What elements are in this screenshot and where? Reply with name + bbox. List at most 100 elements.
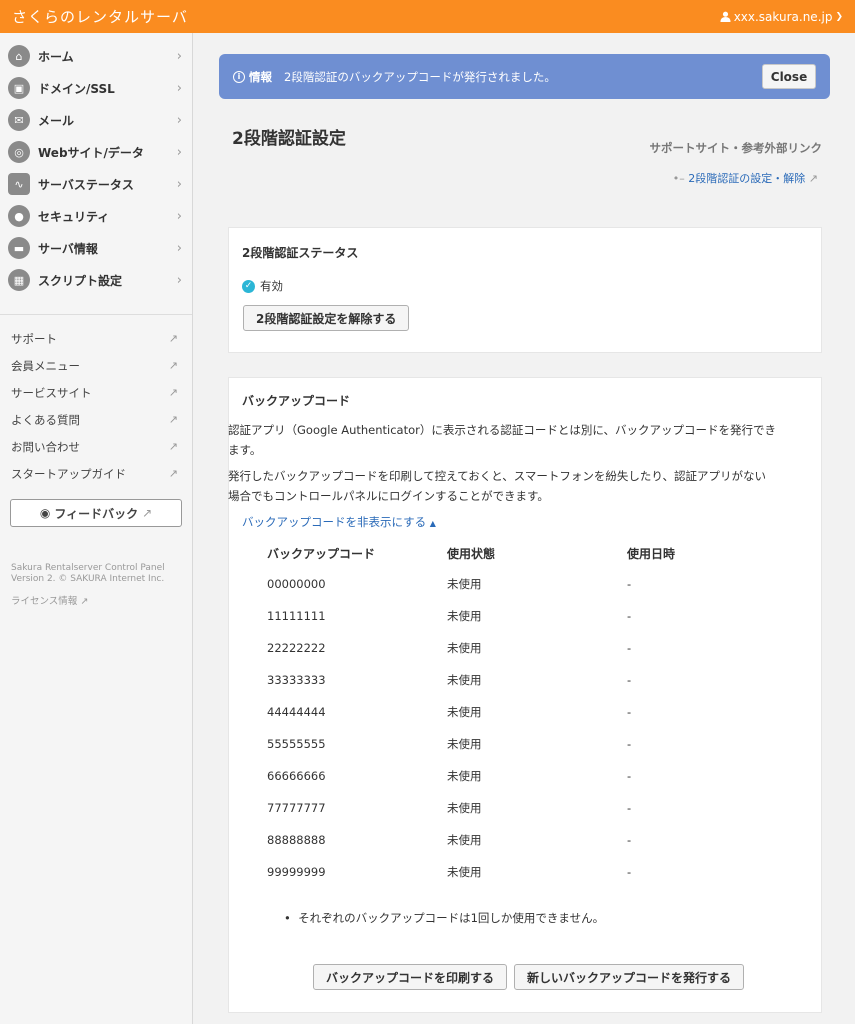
home-icon: ⌂ [8,45,30,67]
code-cell: 66666666 [267,769,326,783]
feedback-button[interactable]: ◉ フィードバック ↗ [10,499,182,527]
close-button[interactable]: Close [762,64,816,89]
mail-icon: ✉ [8,109,30,131]
alert-message: 2段階認証のバックアップコードが発行されました。 [284,69,556,84]
copyright-line: Sakura Rentalserver Control Panel [11,563,165,573]
sidebar-link-faq[interactable]: よくある質問 ↗ [0,406,192,433]
issue-new-backup-codes-button[interactable]: 新しいバックアップコードを発行する [514,964,745,990]
backup-description-2: 発行したバックアップコードを印刷して控えておくと、スマートフォンを紛失したり、認… [228,466,823,506]
status-cell: 未使用 [447,737,482,751]
sidebar-link-label: お問い合わせ [11,439,80,454]
external-link-icon: ↗ [80,596,89,607]
status-row: ✓ 有効 [242,278,283,294]
status-cell: 未使用 [447,705,482,719]
disable-2fa-button[interactable]: 2段階認証設定を解除する [243,305,410,331]
code-cell: 55555555 [267,737,326,751]
date-cell: - [627,833,632,847]
sidebar-item-script[interactable]: ▦ スクリプト設定 › [0,264,192,296]
code-cell: 44444444 [267,705,326,719]
external-link-icon: ↗ [168,386,178,399]
sidebar-link-label: スタートアップガイド [11,466,126,481]
external-link-icon: ↗ [168,332,178,345]
sidebar-link-service-site[interactable]: サービスサイト ↗ [0,379,192,406]
lock-domain-icon: ▣ [8,77,30,99]
external-link-icon: ↗ [168,413,178,426]
code-cell: 88888888 [267,833,326,847]
chevron-down-icon: ❯ [835,11,843,22]
sidebar-link-label: サービスサイト [11,385,92,400]
code-cell: 77777777 [267,801,326,815]
external-link-icon: ↗ [142,506,153,520]
check-icon: ✓ [242,279,255,293]
sidebar-link-member-menu[interactable]: 会員メニュー ↗ [0,352,192,379]
user-domain: xxx.sakura.ne.jp [733,9,833,24]
sidebar-item-label: ホーム [38,49,74,64]
support-heading: サポートサイト・参考外部リンク [649,141,823,155]
server-icon: ▬ [8,237,30,259]
license-link[interactable]: ライセンス情報 ↗ [11,593,181,607]
date-cell: - [627,705,632,719]
script-icon: ▦ [8,269,30,291]
desc-line: ます。 [228,443,262,457]
sidebar-link-startup-guide[interactable]: スタートアップガイド ↗ [0,460,192,487]
license-label: ライセンス情報 [11,596,78,607]
backup-description-1: 認証アプリ（Google Authenticator）に表示される認証コードとは… [228,420,823,460]
status-cell: 未使用 [447,641,482,655]
support-link[interactable]: •– 2段階認証の設定・解除 ↗ [673,170,818,186]
user-icon [720,11,731,22]
sidebar-item-server-status[interactable]: ∿ サーバステータス › [0,168,192,200]
code-cell: 00000000 [267,577,326,591]
sidebar-item-label: ドメイン/SSL [38,81,115,96]
status-cell: 未使用 [447,865,482,879]
globe-icon: ◎ [8,141,30,163]
date-cell: - [627,801,632,815]
status-cell: 未使用 [447,833,482,847]
alert-label-text: 情報 [249,69,272,84]
date-cell: - [627,577,632,591]
brand-logo[interactable]: さくらのレンタルサーバ [12,6,188,27]
sidebar-item-server-info[interactable]: ▬ サーバ情報 › [0,232,192,264]
sidebar-link-label: よくある質問 [11,412,80,427]
feedback-label: フィードバック [54,506,139,521]
chevron-right-icon: › [176,80,182,96]
date-cell: - [627,641,632,655]
sidebar-item-label: メール [38,113,75,128]
chevron-right-icon: › [176,144,182,160]
column-header: バックアップコード [267,546,376,561]
external-link-icon: ↗ [168,440,178,453]
table-row: 55555555 未使用 - [267,728,727,760]
chevron-right-icon: › [176,112,182,128]
hide-backup-codes-link[interactable]: バックアップコードを非表示にする ▲ [242,514,436,530]
status-value: 有効 [260,279,283,293]
sidebar-item-domain[interactable]: ▣ ドメイン/SSL › [0,72,192,104]
backup-code-table: バックアップコード 使用状態 使用日時 00000000 未使用 - 1111111… [267,538,727,888]
sidebar-link-support[interactable]: サポート ↗ [0,325,192,352]
sidebar: ⌂ ホーム › ▣ ドメイン/SSL › ✉ メール › ◎ Webサイト/デー… [0,33,193,1024]
desc-line: 認証アプリ（Google Authenticator）に表示される認証コードとは… [228,423,777,437]
sidebar-item-mail[interactable]: ✉ メール › [0,104,192,136]
user-menu[interactable]: xxx.sakura.ne.jp ❯ [720,10,843,24]
backup-card-title: バックアップコード [242,394,351,408]
code-cell: 22222222 [267,641,326,655]
sidebar-item-home[interactable]: ⌂ ホーム › [0,40,192,72]
chevron-right-icon: › [176,272,182,288]
status-cell: 未使用 [447,577,482,591]
date-cell: - [627,769,632,783]
status-cell: 未使用 [447,673,482,687]
top-bar: さくらのレンタルサーバ xxx.sakura.ne.jp ❯ [0,0,855,33]
sidebar-item-web[interactable]: ◎ Webサイト/データ › [0,136,192,168]
external-link-icon: ↗ [808,172,818,185]
desc-line: 発行したバックアップコードを印刷して控えておくと、スマートフォンを紛失したり、認… [228,469,766,483]
chevron-right-icon: › [176,240,182,256]
sidebar-item-security[interactable]: ● セキュリティ › [0,200,192,232]
table-row: 11111111 未使用 - [267,600,727,632]
print-backup-codes-button[interactable]: バックアップコードを印刷する [313,964,508,990]
sidebar-link-contact[interactable]: お問い合わせ ↗ [0,433,192,460]
chevron-right-icon: › [176,48,182,64]
table-row: 99999999 未使用 - [267,856,727,888]
date-cell: - [627,673,632,687]
caret-up-icon: ▲ [429,519,436,528]
sidebar-item-label: Webサイト/データ [38,145,144,160]
link-icon: •– [672,172,685,185]
table-row: 22222222 未使用 - [267,632,727,664]
